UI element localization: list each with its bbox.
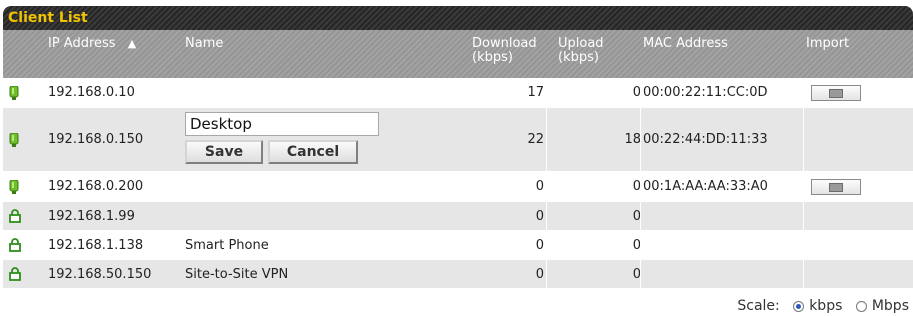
- column-divider: [546, 231, 547, 259]
- table-header: IP Address ▲ Name Download (kbps) Upload…: [3, 30, 913, 78]
- upload-header[interactable]: Upload (kbps): [558, 37, 604, 65]
- table-row[interactable]: 192.168.50.150 Site-to-Site VPN 0 0: [3, 260, 913, 289]
- download-cell: 17: [527, 85, 544, 100]
- scale-label: Scale:: [737, 298, 780, 314]
- mac-address-cell: 00:00:22:11:CC:0D: [643, 85, 768, 100]
- table-row[interactable]: 192.168.0.150 SaveCancel 22 1800:22:44:DD:1…: [3, 108, 913, 172]
- client-online-icon: [9, 132, 19, 147]
- column-divider: [803, 108, 804, 171]
- column-divider: [640, 231, 641, 259]
- download-cell: 0: [535, 267, 544, 282]
- import-header: Import: [806, 36, 850, 51]
- column-divider: [640, 172, 641, 201]
- download-cell: 0: [535, 209, 544, 224]
- mac-address-cell: 00:22:44:DD:11:33: [643, 132, 768, 147]
- import-icon: [829, 89, 843, 98]
- client-name-input[interactable]: [185, 112, 379, 136]
- scale-kbps-label[interactable]: kbps: [809, 298, 842, 314]
- client-list-panel: Client List IP Address ▲ Name Download (…: [3, 6, 913, 289]
- name-header[interactable]: Name: [185, 37, 223, 51]
- cancel-button[interactable]: Cancel: [268, 140, 358, 164]
- ip-address-cell: 192.168.1.99: [48, 209, 135, 224]
- upload-cell: 0: [632, 179, 641, 194]
- scale-mbps-label[interactable]: Mbps: [872, 298, 909, 314]
- column-divider: [640, 108, 641, 171]
- table-row[interactable]: 192.168.0.10 17 0 00:00:22:11:CC:0D: [3, 78, 913, 108]
- client-name-cell[interactable]: Site-to-Site VPN: [185, 267, 288, 282]
- ip-address-cell: 192.168.0.10: [48, 85, 135, 100]
- upload-cell: 0: [632, 267, 641, 282]
- sort-ascending-icon: ▲: [127, 37, 137, 50]
- upload-cell: 0: [632, 238, 641, 253]
- ip-address-cell: 192.168.0.150: [48, 132, 144, 147]
- download-header-unit: (kbps): [472, 50, 513, 65]
- column-divider: [803, 78, 804, 107]
- column-divider: [803, 260, 804, 288]
- column-divider: [546, 260, 547, 288]
- ip-address-cell: 192.168.50.150: [48, 267, 152, 282]
- column-divider: [803, 202, 804, 230]
- download-cell: 22: [527, 132, 544, 147]
- import-button[interactable]: [811, 85, 861, 101]
- ip-address-header[interactable]: IP Address ▲: [48, 37, 136, 51]
- column-divider: [546, 78, 547, 107]
- mac-address-header[interactable]: MAC Address: [643, 37, 728, 51]
- client-rows: 192.168.0.10 17 0 00:00:22:11:CC:0D 192.168.…: [3, 78, 913, 289]
- table-row[interactable]: 192.168.0.200 0 0 00:1A:AA:AA:33:A0: [3, 172, 913, 202]
- table-row[interactable]: 192.168.1.99 0 0: [3, 202, 913, 231]
- scale-kbps-radio[interactable]: [793, 300, 805, 312]
- download-cell: 0: [535, 238, 544, 253]
- column-divider: [803, 231, 804, 259]
- column-divider: [803, 172, 804, 201]
- download-header-label: Download: [472, 36, 537, 51]
- upload-header-unit: (kbps): [558, 50, 599, 65]
- vpn-lock-icon: [9, 267, 21, 281]
- upload-header-label: Upload: [558, 36, 604, 51]
- scale-mbps-radio[interactable]: [855, 300, 867, 312]
- upload-cell: 0: [632, 209, 641, 224]
- client-online-icon: [9, 179, 19, 194]
- import-icon: [829, 183, 843, 192]
- column-divider: [640, 202, 641, 230]
- table-row[interactable]: 192.168.1.138 Smart Phone 0 0: [3, 231, 913, 260]
- vpn-lock-icon: [9, 238, 21, 252]
- client-online-icon: [9, 85, 19, 100]
- scale-selector: Scale: kbps Mbps: [737, 298, 909, 314]
- column-divider: [546, 172, 547, 201]
- download-header[interactable]: Download (kbps): [472, 37, 537, 65]
- download-cell: 0: [535, 179, 544, 194]
- client-name-cell[interactable]: Smart Phone: [185, 238, 269, 253]
- mac-address-cell: 00:1A:AA:AA:33:A0: [643, 179, 768, 194]
- column-divider: [546, 108, 547, 171]
- vpn-lock-icon: [9, 209, 21, 223]
- column-divider: [640, 260, 641, 288]
- ip-address-cell: 192.168.1.138: [48, 238, 144, 253]
- column-divider: [640, 78, 641, 107]
- upload-cell: 18: [624, 132, 641, 147]
- import-button[interactable]: [811, 179, 861, 195]
- column-divider: [546, 202, 547, 230]
- upload-cell: 0: [632, 85, 641, 100]
- ip-address-cell: 192.168.0.200: [48, 179, 144, 194]
- ip-header-label: IP Address: [48, 36, 116, 51]
- panel-title: Client List: [3, 6, 913, 30]
- save-button[interactable]: Save: [185, 140, 263, 164]
